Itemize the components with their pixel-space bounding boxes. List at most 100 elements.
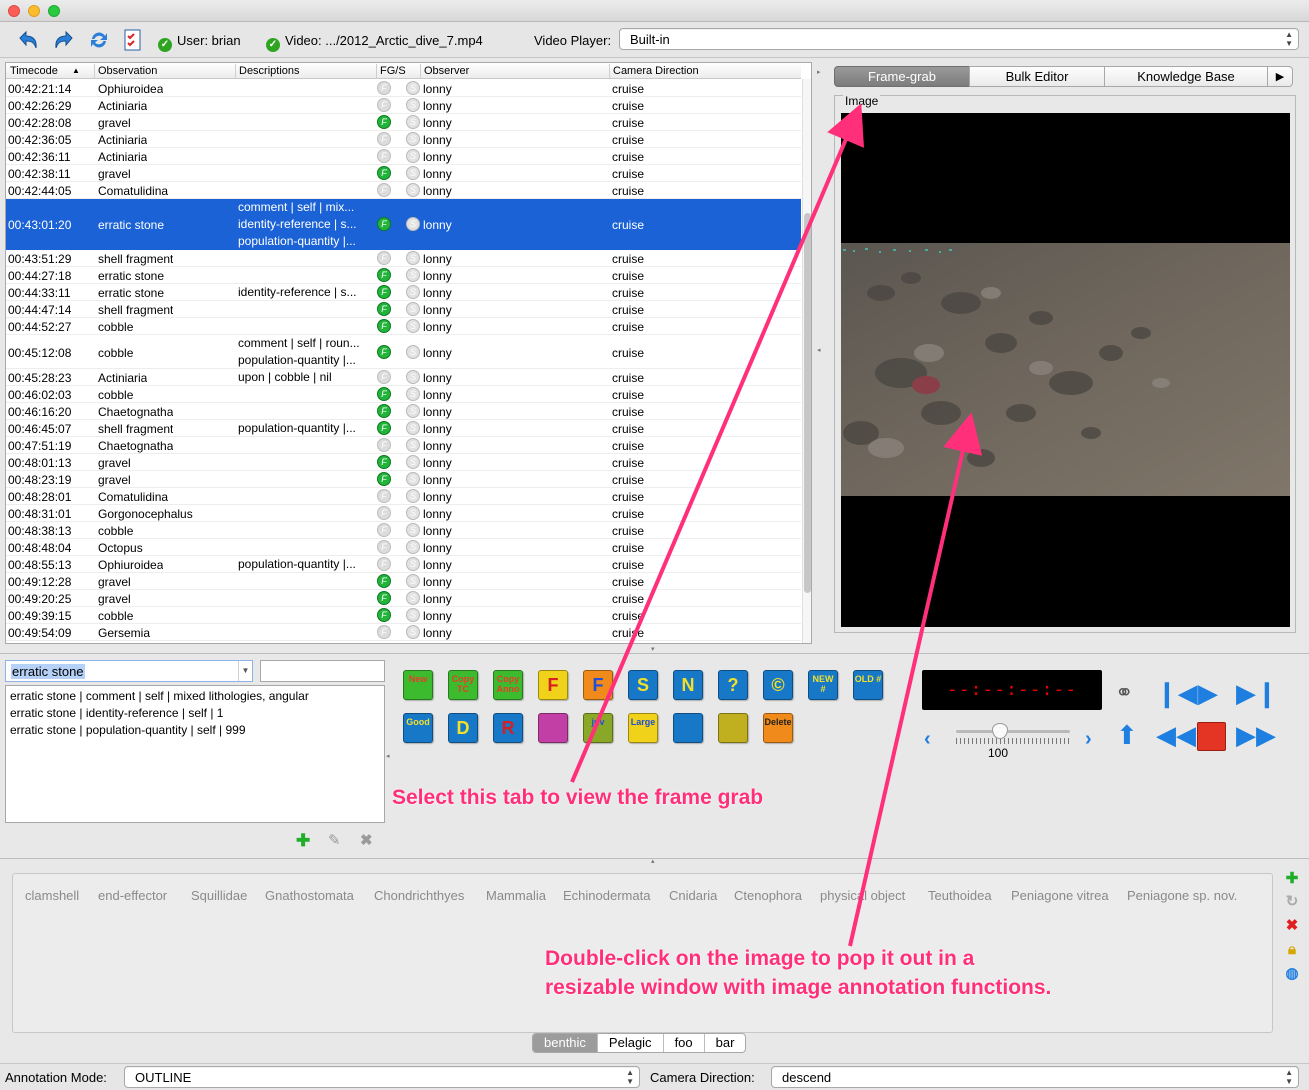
- redo-icon[interactable]: [52, 28, 76, 52]
- speed-slider-track[interactable]: [956, 730, 1070, 733]
- splitter-left-icon[interactable]: ◂: [817, 346, 821, 354]
- tab-frame-grab[interactable]: Frame-grab: [834, 66, 970, 87]
- question-button[interactable]: ?: [718, 670, 748, 700]
- f-remove-button[interactable]: F: [583, 670, 613, 700]
- group-tab-benthic[interactable]: benthic: [533, 1034, 598, 1052]
- add-concept-icon[interactable]: ✚: [1284, 871, 1300, 887]
- table-row[interactable]: 00:46:45:07 shell fragment population-quan…: [6, 420, 801, 437]
- splitter-right-icon[interactable]: ▸: [817, 68, 821, 76]
- table-row[interactable]: 00:42:44:05 Comatulidina F Slonny cruise: [6, 182, 801, 199]
- new-button[interactable]: New: [403, 670, 433, 700]
- concept-item[interactable]: Ctenophora: [734, 888, 802, 903]
- step-forward-icon[interactable]: ▶❙: [1236, 678, 1278, 708]
- column-header-timecode[interactable]: Timecode: [10, 65, 58, 77]
- splitter-left-icon-2[interactable]: ◂: [386, 752, 390, 760]
- concept-item[interactable]: Chondrichthyes: [374, 888, 464, 903]
- table-row[interactable]: 00:42:36:11 Actiniaria F Slonny cruise: [6, 148, 801, 165]
- concept-item[interactable]: Cnidaria: [669, 888, 717, 903]
- table-row[interactable]: 00:49:20:25 gravel F Slonny cruise: [6, 590, 801, 607]
- concept-item[interactable]: Squillidae: [191, 888, 247, 903]
- stop-icon[interactable]: [1197, 722, 1226, 751]
- copyright-button[interactable]: ©: [763, 670, 793, 700]
- delete-concept-icon[interactable]: ✖: [1284, 918, 1300, 934]
- table-row[interactable]: 00:44:52:27 cobble F Slonny cruise: [6, 318, 801, 335]
- add-description-icon[interactable]: ✚: [296, 831, 310, 851]
- table-row[interactable]: 00:46:16:20 Chaetognatha F Slonny cruise: [6, 403, 801, 420]
- speed-decrease-icon[interactable]: ‹: [924, 728, 931, 751]
- table-row[interactable]: 00:48:48:04 Octopus F Slonny cruise: [6, 539, 801, 556]
- table-row[interactable]: 00:44:33:11 erratic stone identity-referen…: [6, 284, 801, 301]
- edit-description-icon[interactable]: ✎: [328, 831, 341, 849]
- table-row[interactable]: 00:42:36:05 Actiniaria F Slonny cruise: [6, 131, 801, 148]
- column-header-observation[interactable]: Observation: [98, 65, 157, 77]
- underline-button[interactable]: [673, 713, 703, 743]
- table-row[interactable]: 00:42:21:14 Ophiuroidea F Slonny cruise: [6, 80, 801, 97]
- group-tab-foo[interactable]: foo: [664, 1034, 705, 1052]
- tab-knowledge-base[interactable]: Knowledge Base: [1104, 66, 1268, 87]
- table-row[interactable]: 00:48:01:13 gravel F Slonny cruise: [6, 454, 801, 471]
- splitter-down-icon[interactable]: ▾: [651, 645, 655, 653]
- scrollbar-thumb[interactable]: [804, 213, 811, 593]
- column-header-observer[interactable]: Observer: [424, 65, 469, 77]
- up-arrow-icon[interactable]: ⬆: [1116, 720, 1138, 750]
- video-player-select[interactable]: Built-in ▲ ▼: [619, 28, 1299, 50]
- concept-combo[interactable]: erratic stone ▼: [5, 660, 253, 682]
- table-row[interactable]: 00:43:01:20 erratic stone comment | self |…: [6, 199, 801, 250]
- table-row[interactable]: 00:46:02:03 cobble F Slonny cruise: [6, 386, 801, 403]
- column-header-camera-direction[interactable]: Camera Direction: [613, 65, 699, 77]
- tab-bulk-editor[interactable]: Bulk Editor: [969, 66, 1105, 87]
- refresh-icon[interactable]: [87, 28, 111, 52]
- concept-item[interactable]: end-effector: [98, 888, 167, 903]
- table-row[interactable]: 00:48:31:01 Gorgonocephalus F Slonny cruise: [6, 505, 801, 522]
- minimize-window-button[interactable]: [28, 5, 40, 17]
- table-vertical-scrollbar[interactable]: [802, 79, 811, 643]
- concept-item[interactable]: clamshell: [25, 888, 79, 903]
- play-icon[interactable]: ▶: [1198, 678, 1218, 708]
- table-row[interactable]: 00:47:51:19 Chaetognatha F Slonny cruise: [6, 437, 801, 454]
- binoculars-icon[interactable]: ⚭: [1115, 678, 1133, 708]
- globe-icon[interactable]: ◍: [1284, 966, 1300, 982]
- chevron-down-icon[interactable]: ▼: [238, 661, 252, 681]
- concept-item[interactable]: Peniagone vitrea: [1011, 888, 1109, 903]
- speed-increase-icon[interactable]: ›: [1085, 728, 1092, 751]
- close-window-button[interactable]: [8, 5, 20, 17]
- secondary-input[interactable]: [260, 660, 385, 682]
- speed-slider-thumb[interactable]: [992, 723, 1008, 739]
- table-row[interactable]: 00:48:28:01 Comatulidina F Slonny cruise: [6, 488, 801, 505]
- group-tab-pelagic[interactable]: Pelagic: [598, 1034, 664, 1052]
- r-button[interactable]: R: [493, 713, 523, 743]
- group-tab-bar[interactable]: bar: [705, 1034, 746, 1052]
- table-row[interactable]: 00:48:23:19 gravel F Slonny cruise: [6, 471, 801, 488]
- copy-tc-button[interactable]: Copy TC: [448, 670, 478, 700]
- f-button[interactable]: F: [538, 670, 568, 700]
- new-number-button[interactable]: NEW #: [808, 670, 838, 700]
- zoom-window-button[interactable]: [48, 5, 60, 17]
- step-back-icon[interactable]: ❙◀: [1156, 678, 1198, 708]
- camera-direction-select[interactable]: descend ▲ ▼: [771, 1066, 1299, 1088]
- delete-button[interactable]: Delete: [763, 713, 793, 743]
- juv-button[interactable]: juv: [583, 713, 613, 743]
- table-row[interactable]: 00:44:47:14 shell fragment F Slonny cruise: [6, 301, 801, 318]
- table-row[interactable]: 00:48:55:13 Ophiuroidea population-quantit…: [6, 556, 801, 573]
- description-item[interactable]: erratic stone | comment | self | mixed l…: [6, 688, 384, 705]
- concept-item[interactable]: Gnathostomata: [265, 888, 354, 903]
- table-row[interactable]: 00:42:28:08 gravel F Slonny cruise: [6, 114, 801, 131]
- concept-item[interactable]: Peniagone sp. nov.: [1127, 888, 1237, 903]
- description-item[interactable]: erratic stone | population-quantity | se…: [6, 722, 384, 739]
- table-row[interactable]: 00:43:51:29 shell fragment F Slonny cruise: [6, 250, 801, 267]
- frame-grab-image[interactable]: [841, 113, 1290, 627]
- large-button[interactable]: Large: [628, 713, 658, 743]
- concept-item[interactable]: physical object: [820, 888, 905, 903]
- column-header-descriptions[interactable]: Descriptions: [239, 65, 300, 77]
- description-item[interactable]: erratic stone | identity-reference | sel…: [6, 705, 384, 722]
- old-number-button[interactable]: OLD #: [853, 670, 883, 700]
- table-row[interactable]: 00:49:12:28 gravel F Slonny cruise: [6, 573, 801, 590]
- observation-table[interactable]: Timecode ▲ Observation Descriptions FG/S…: [5, 62, 812, 644]
- fast-forward-icon[interactable]: ▶▶: [1236, 720, 1276, 750]
- description-list[interactable]: erratic stone | comment | self | mixed l…: [5, 685, 385, 823]
- table-row[interactable]: 00:45:28:23 Actiniaria upon | cobble | nil…: [6, 369, 801, 386]
- remove-description-icon[interactable]: ✖: [360, 831, 373, 849]
- concept-item[interactable]: Teuthoidea: [928, 888, 992, 903]
- table-row[interactable]: 00:48:38:13 cobble F Slonny cruise: [6, 522, 801, 539]
- table-row[interactable]: 00:49:54:09 Gersemia F Slonny cruise: [6, 624, 801, 641]
